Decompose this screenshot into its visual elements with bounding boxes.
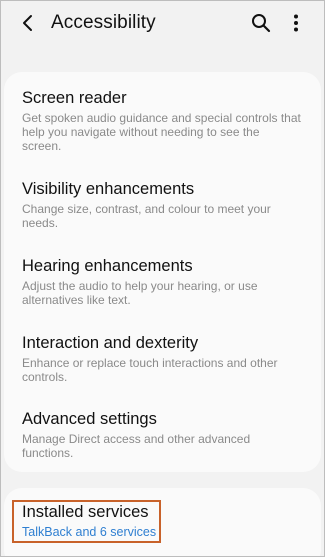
- menu-item-hearing-enhancements[interactable]: Hearing enhancements Adjust the audio to…: [22, 256, 302, 307]
- page-title: Accessibility: [51, 12, 156, 33]
- menu-item-description: Change size, contrast, and colour to mee…: [22, 202, 271, 230]
- menu-item-description: Get spoken audio guidance and special co…: [22, 111, 301, 153]
- menu-item-title: Screen reader: [22, 89, 127, 107]
- accessibility-menu-card: Screen reader Get spoken audio guidance …: [4, 72, 321, 472]
- menu-item-description: Adjust the audio to help your hearing, o…: [22, 279, 258, 307]
- search-icon: [252, 14, 271, 33]
- menu-item-visibility-enhancements[interactable]: Visibility enhancements Change size, con…: [22, 179, 302, 230]
- more-options-button[interactable]: [286, 10, 306, 36]
- menu-item-screen-reader[interactable]: Screen reader Get spoken audio guidance …: [22, 88, 302, 153]
- menu-item-description: Manage Direct access and other advanced …: [22, 432, 251, 460]
- back-button[interactable]: [14, 10, 40, 36]
- app-bar: Accessibility: [0, 0, 325, 46]
- menu-item-advanced-settings[interactable]: Advanced settings Manage Direct access a…: [22, 409, 302, 460]
- installed-services-title: Installed services: [22, 503, 149, 521]
- menu-item-title: Interaction and dexterity: [22, 334, 199, 352]
- menu-item-title: Hearing enhancements: [22, 257, 193, 275]
- menu-item-installed-services[interactable]: Installed services TalkBack and 6 servic…: [22, 502, 302, 540]
- installed-services-card: Installed services TalkBack and 6 servic…: [4, 488, 321, 557]
- menu-item-description: Enhance or replace touch interactions an…: [22, 356, 278, 384]
- installed-services-subtitle: TalkBack and 6 services: [22, 525, 157, 539]
- search-button[interactable]: [249, 10, 273, 36]
- menu-item-interaction-and-dexterity[interactable]: Interaction and dexterity Enhance or rep…: [22, 333, 302, 384]
- back-arrow-icon: [23, 15, 32, 31]
- menu-item-title: Advanced settings: [22, 410, 157, 428]
- menu-item-title: Visibility enhancements: [22, 180, 195, 198]
- more-vertical-icon: [294, 14, 298, 32]
